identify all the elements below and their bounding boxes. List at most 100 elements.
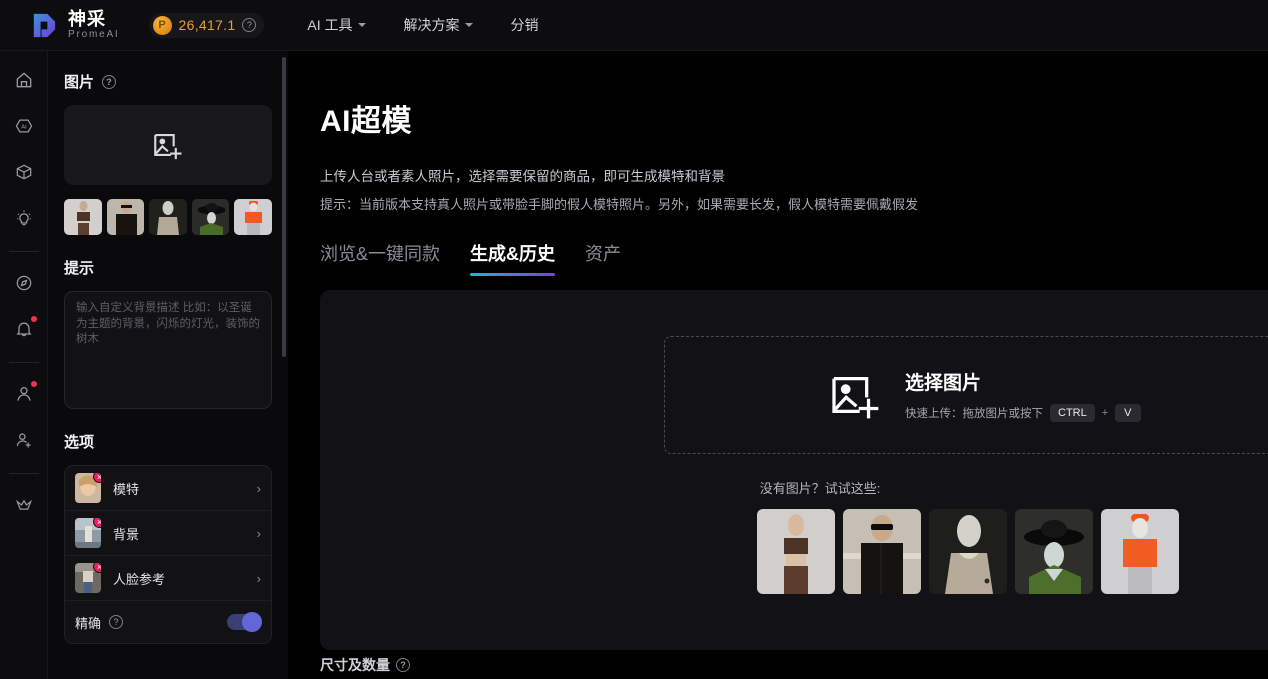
sidebar-item-explore[interactable] [7,266,41,300]
thumb-model-orange [234,199,272,235]
precise-toggle[interactable] [227,612,262,632]
promeai-logo-icon [33,13,56,37]
size-count-help-icon[interactable]: ? [396,658,410,672]
prompt-section-header: 提示 [64,257,272,278]
sample-image[interactable] [929,509,1007,594]
sample-mannequin-wide-hat [1015,509,1093,594]
user-icon [17,387,30,401]
generate-panel: 选择图片 快速上传：拖放图片或按下 CTRL + V 没有图片？试试这些: [320,290,1268,650]
main-content: AI超模 上传人台或者素人照片，选择需要保留的商品，即可生成模特和背景 提示：当… [288,51,1268,679]
nav-item-ai-tools[interactable]: AI 工具 [307,15,366,35]
panel-thumbnail-row [64,199,272,235]
sidebar-item-inspiration[interactable] [7,201,41,235]
cube-3d-icon [16,164,31,180]
option-label: 人脸参考 [113,571,166,587]
chevron-right-icon: › [256,525,261,541]
sample-image[interactable] [1101,509,1179,594]
upload-dropzone[interactable]: 选择图片 快速上传：拖放图片或按下 CTRL + V [664,336,1268,454]
main-header: AI超模 上传人台或者素人照片，选择需要保留的商品，即可生成模特和背景 提示：当… [288,51,1268,213]
app-root: 神采 PromeAI P 26,417.1 ? AI 工具 解决方案 分销 AI… [0,0,1268,679]
credits-help-icon[interactable]: ? [242,18,257,32]
prompt-input[interactable]: 输入自定义背景描述 比如：以圣诞为主题的背景，闪烁的灯光，装饰的树木 [64,291,272,409]
panel-upload-dropzone[interactable] [64,105,272,185]
sample-images-row [757,509,1179,594]
option-row-model[interactable]: × 模特 › [65,466,271,511]
tab-browse[interactable]: 浏览&一键同款 [320,240,440,276]
upload-title: 选择图片 [905,373,982,394]
option-label: 背景 [113,526,140,542]
nav-item-distribution[interactable]: 分销 [511,15,539,35]
nav-item-solutions[interactable]: 解决方案 [404,15,473,35]
sidebar-item-home[interactable] [7,63,41,97]
nav-label: AI 工具 [307,17,353,33]
sample-image[interactable] [1015,509,1093,594]
size-count-section-header: 尺寸及数量 ? [320,655,410,675]
precise-help-icon[interactable]: ? [109,615,124,629]
sidebar-item-notifications[interactable] [7,312,41,346]
logo-title-en: PromeAI [68,29,120,40]
chevron-down-icon [357,23,366,27]
home-icon [16,72,31,88]
option-row-background[interactable]: × 背景 › [65,511,271,556]
key-ctrl: CTRL [1050,404,1095,422]
credits-value: 26,417.1 [178,17,236,33]
options-section-title: 选项 [64,434,95,451]
nav-label: 分销 [510,17,539,33]
profile-badge-dot [30,381,37,387]
precise-toggle-row: 精确 ? [65,601,271,643]
logo[interactable]: 神采 PromeAI [28,10,120,41]
prompt-section-title: 提示 [64,260,95,277]
rail-divider [8,473,39,474]
option-thumbnail: × [75,518,101,548]
main-tabs: 浏览&一键同款 生成&历史 资产 [320,240,1268,276]
panel-thumbnail[interactable] [191,199,230,235]
thumb-man-sunglasses [106,199,145,235]
sidebar-rail: AI [0,51,48,679]
panel-thumbnail[interactable] [149,199,187,235]
precise-label: 精确 [75,615,102,631]
sample-image[interactable] [757,509,835,594]
option-row-face-reference[interactable]: × 人脸参考 › [65,556,271,601]
sidebar-item-3d[interactable] [7,155,41,189]
sample-man-sunglasses [843,509,921,594]
image-add-icon [154,134,182,160]
image-section-title: 图片 [64,74,95,91]
credits-badge[interactable]: P 26,417.1 ? [148,12,265,38]
tab-generate-history[interactable]: 生成&历史 [470,240,556,276]
page-title: AI超模 [320,105,412,138]
size-count-label: 尺寸及数量 [320,657,390,673]
samples-label: 没有图片？试试这些: [759,481,881,496]
sample-image[interactable] [843,509,921,594]
lightbulb-icon [16,210,31,226]
panel-thumbnail[interactable] [234,199,272,235]
thumb-model-brown-top [64,199,102,235]
tab-assets[interactable]: 资产 [585,240,621,276]
image-section-header: 图片 ? [64,71,272,92]
panel-thumbnail[interactable] [106,199,145,235]
sidebar-item-profile[interactable] [7,377,41,411]
crown-icon [15,499,32,510]
upload-hint: 快速上传：拖放图片或按下 CTRL + V [905,404,1141,422]
sidebar-item-ai[interactable]: AI [7,109,41,143]
key-plus: + [1101,407,1109,419]
page-subtitle-secondary: 提示：当前版本支持真人照片或带脸手脚的假人模特照片。另外，如果需要长发，假人模特… [320,197,919,212]
sample-mannequin-trench [929,509,1007,594]
logo-title-cn: 神采 [68,9,106,29]
sidebar-item-vip[interactable] [7,488,41,522]
thumb-mannequin-coat [149,199,187,235]
upload-text-block: 选择图片 快速上传：拖放图片或按下 CTRL + V [905,368,1141,422]
svg-text:AI: AI [21,125,27,131]
nav-label: 解决方案 [403,17,460,33]
option-thumbnail: × [75,473,101,503]
upload-hint-text: 快速上传：拖放图片或按下 [905,408,1043,420]
panel-thumbnail[interactable] [64,199,102,235]
sidebar-item-invite[interactable] [7,423,41,457]
panel-scrollbar[interactable] [281,51,287,679]
image-help-icon[interactable]: ? [102,74,117,89]
option-label: 模特 [113,481,140,497]
notification-badge-dot [30,316,37,322]
left-settings-panel: 图片 ? 提示 输入自定义背景描述 比如：以圣诞为主题的背景，闪烁的灯光，装饰的… [48,51,288,679]
compass-icon [16,275,31,291]
page-subtitle-primary: 上传人台或者素人照片，选择需要保留的商品，即可生成模特和背景 [320,169,725,184]
rail-divider [8,251,39,252]
